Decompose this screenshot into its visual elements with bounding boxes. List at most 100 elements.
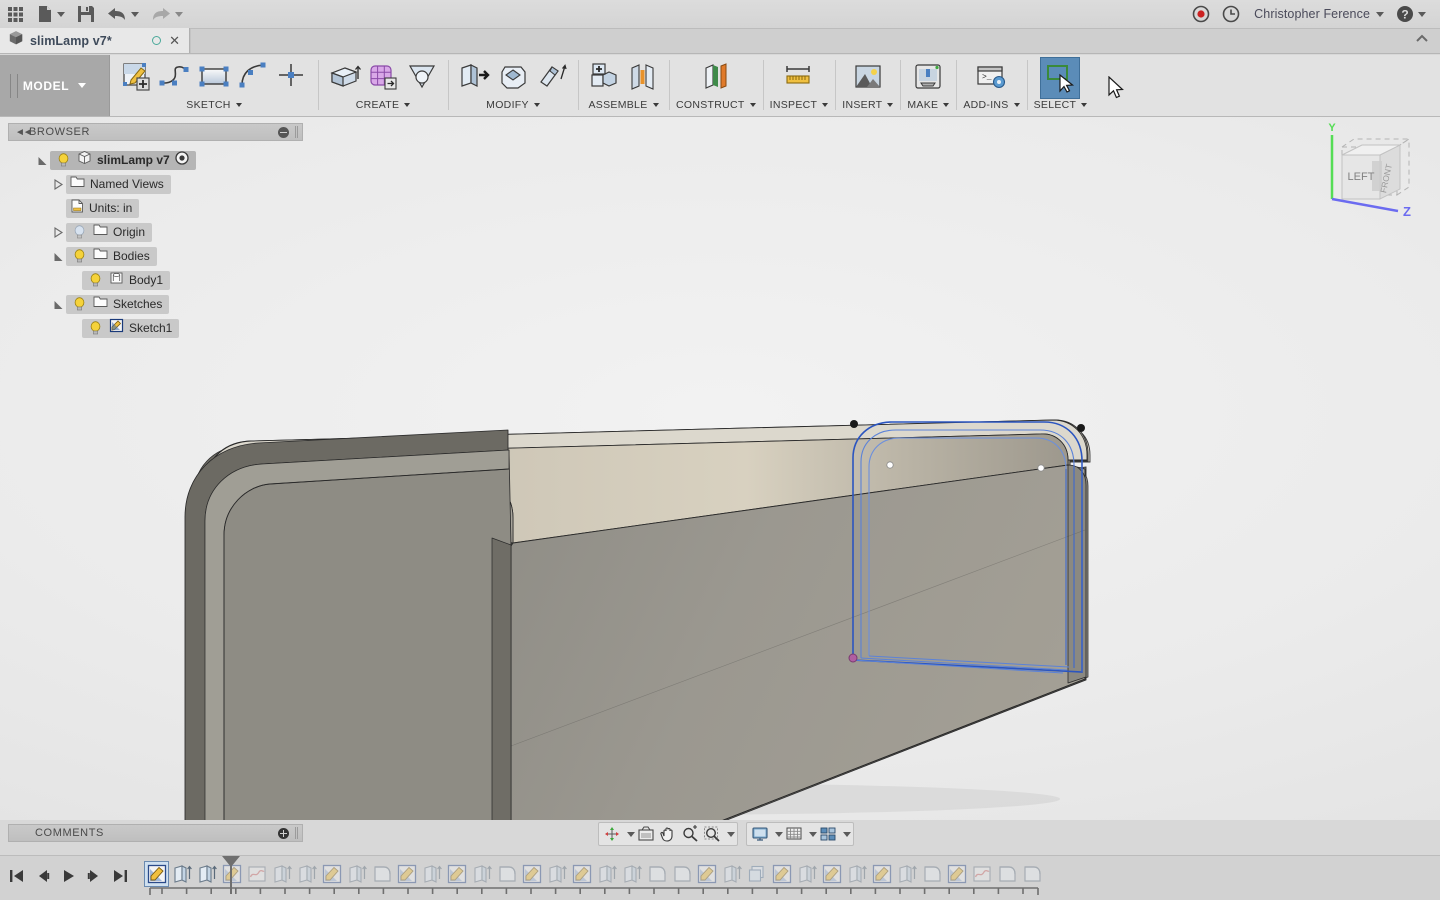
timeline-feature-extrude[interactable] [194, 861, 219, 887]
timeline-feature-extrude[interactable] [294, 861, 319, 887]
tree-node-root[interactable]: slimLamp v7 [50, 150, 196, 170]
orbit-icon[interactable] [601, 823, 623, 845]
timeline-feature-fillet[interactable] [994, 861, 1019, 887]
ribbon-panel-label-construct[interactable]: CONSTRUCT [676, 99, 756, 111]
form-mesh-icon[interactable] [364, 58, 402, 98]
skip-start-icon[interactable] [6, 865, 26, 887]
expand-arrow-closed-icon[interactable] [50, 178, 66, 190]
tree-row-body1[interactable]: Body1 [8, 268, 303, 292]
timeline-feature-sketch[interactable] [694, 861, 719, 887]
timeline-feature-extrude[interactable] [619, 861, 644, 887]
tree-node-bodies[interactable]: Bodies [66, 246, 157, 266]
timeline-feature-fillet[interactable] [1019, 861, 1044, 887]
tree-row-origin[interactable]: Origin [8, 220, 303, 244]
ruler-measure-icon[interactable] [780, 58, 818, 98]
activate-component-icon[interactable] [175, 150, 189, 170]
tree-row-named-views[interactable]: Named Views [8, 172, 303, 196]
timeline-feature-extrude[interactable] [269, 861, 294, 887]
viewports-icon[interactable] [817, 823, 839, 845]
zoom-plusminus-icon[interactable] [679, 823, 701, 845]
timeline-feature-sketch[interactable] [519, 861, 544, 887]
timeline-feature-extrude[interactable] [344, 861, 369, 887]
grid-icon[interactable] [783, 823, 805, 845]
chevron-down-icon[interactable] [1013, 103, 1020, 107]
tree-node-body1[interactable]: Body1 [82, 270, 171, 290]
visibility-bulb-icon[interactable] [70, 249, 88, 263]
expand-arrow-open-icon[interactable] [34, 155, 50, 166]
timeline-feature-fillet[interactable] [644, 861, 669, 887]
add-comment-icon[interactable] [278, 827, 289, 839]
timeline-feature-fillet[interactable] [669, 861, 694, 887]
timeline-feature-fillet[interactable] [919, 861, 944, 887]
timeline-feature-extrude[interactable] [544, 861, 569, 887]
chevron-down-icon[interactable] [533, 103, 540, 107]
revolve-icon[interactable] [403, 58, 441, 98]
monitor-display-icon[interactable] [749, 823, 771, 845]
select-arrow-icon[interactable] [1040, 57, 1081, 99]
press-pull-icon[interactable] [455, 58, 493, 98]
tree-row-slimlamp[interactable]: slimLamp v7 [8, 148, 303, 172]
visibility-bulb-off-icon[interactable] [70, 225, 88, 239]
chevron-down-icon[interactable] [809, 831, 817, 837]
chevron-down-icon[interactable] [78, 83, 87, 88]
timeline-feature-sketch[interactable] [144, 861, 169, 887]
close-icon[interactable]: ✕ [167, 34, 182, 47]
expand-arrow-closed-icon[interactable] [50, 226, 66, 238]
view-cube[interactable]: LEFT FRONT Y Z [1302, 117, 1432, 232]
timeline-feature-sketch[interactable] [819, 861, 844, 887]
new-component-icon[interactable] [585, 58, 623, 98]
timeline-feature-extrude[interactable] [169, 861, 194, 887]
workspace-switcher-button[interactable]: MODEL [0, 55, 110, 116]
timeline-feature-fillet[interactable] [369, 861, 394, 887]
chevron-down-icon[interactable] [652, 103, 659, 107]
point-crosshair-icon[interactable] [273, 58, 311, 98]
picture-icon[interactable] [849, 58, 887, 98]
step-back-icon[interactable] [32, 865, 52, 887]
record-icon[interactable] [1186, 0, 1216, 29]
timeline-feature-sketch[interactable] [869, 861, 894, 887]
timeline-feature-sketch[interactable] [569, 861, 594, 887]
timeline-feature-extrude[interactable] [419, 861, 444, 887]
chevron-down-icon[interactable] [627, 831, 635, 837]
panel-resize-grip[interactable] [295, 126, 298, 138]
script-console-icon[interactable]: >_ [972, 58, 1010, 98]
3d-printer-icon[interactable] [909, 58, 947, 98]
chevron-down-icon[interactable] [235, 103, 242, 107]
timeline-feature-extrude[interactable] [894, 861, 919, 887]
undo-icon[interactable] [101, 0, 145, 29]
chevron-down-icon[interactable] [404, 103, 411, 107]
ribbon-panel-label-make[interactable]: MAKE [907, 99, 950, 111]
chevron-down-icon[interactable] [887, 103, 894, 107]
ribbon-panel-label-select[interactable]: SELECT [1034, 99, 1088, 111]
collapse-ribbon-chevron-icon[interactable] [1414, 31, 1430, 47]
chevron-down-icon[interactable] [843, 831, 851, 837]
timeline-feature-sketch[interactable] [769, 861, 794, 887]
chevron-down-icon[interactable] [1081, 103, 1088, 107]
timeline-feature-sketch[interactable] [394, 861, 419, 887]
timeline-feature-extrude[interactable] [794, 861, 819, 887]
panel-resize-grip[interactable] [295, 827, 298, 839]
zoom-window-icon[interactable] [701, 823, 723, 845]
visibility-bulb-icon[interactable] [86, 321, 104, 335]
timeline-feature-loft[interactable] [244, 861, 269, 887]
chevron-down-icon[interactable] [727, 831, 735, 837]
play-icon[interactable] [58, 865, 78, 887]
timeline-feature-extrude[interactable] [469, 861, 494, 887]
tree-node-named-views[interactable]: Named Views [66, 174, 171, 194]
chevron-down-icon[interactable] [749, 103, 756, 107]
minus-circle-icon[interactable] [278, 126, 289, 138]
document-tab[interactable]: slimLamp v7* ✕ [0, 28, 190, 53]
spline-line-icon[interactable] [156, 58, 194, 98]
tree-node-origin[interactable]: Origin [66, 222, 153, 242]
chevron-down-icon[interactable] [943, 103, 950, 107]
visibility-bulb-icon[interactable] [86, 273, 104, 287]
chevron-down-icon[interactable] [131, 11, 139, 17]
timeline-feature-sketch[interactable] [319, 861, 344, 887]
expand-arrow-open-icon[interactable] [50, 299, 66, 310]
offset-plane-icon[interactable] [697, 58, 735, 98]
pan-hand-icon[interactable] [657, 823, 679, 845]
timeline-feature-extrude[interactable] [844, 861, 869, 887]
joint-icon[interactable] [624, 58, 662, 98]
tree-row-sketch1[interactable]: Sketch1 [8, 316, 303, 340]
expand-arrow-open-icon[interactable] [50, 251, 66, 262]
